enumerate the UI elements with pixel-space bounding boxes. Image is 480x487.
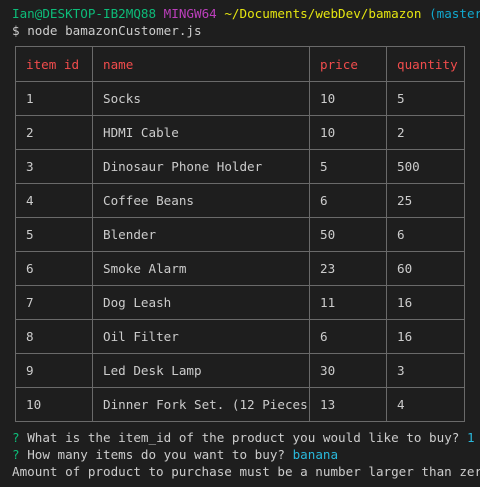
question-text: What is the item_id of the product you w… (27, 430, 460, 445)
git-branch: (master) (429, 6, 480, 21)
table-row: 4 Coffee Beans 6 25 (15, 183, 465, 218)
question-quantity: ? How many items do you want to buy? ban… (12, 446, 338, 463)
prompt-line: Ian@DESKTOP-IB2MQ88 MINGW64 ~/Documents/… (12, 5, 480, 22)
table-row: 6 Smoke Alarm 23 60 (15, 251, 465, 286)
cell-item-id: 4 (15, 183, 93, 218)
answer-text: banana (292, 447, 339, 462)
table-row: 3 Dinosaur Phone Holder 5 500 (15, 149, 465, 184)
cell-price: 23 (309, 251, 387, 286)
table-row: 5 Blender 50 6 (15, 217, 465, 252)
cell-item-id: 9 (15, 353, 93, 388)
answer-text: 1 (466, 430, 475, 445)
cell-item-id: 8 (15, 319, 93, 354)
cell-item-id: 2 (15, 115, 93, 150)
cell-item-id: 1 (15, 81, 93, 116)
cell-name: Oil Filter (92, 319, 310, 354)
table-row: 2 HDMI Cable 10 2 (15, 115, 465, 150)
cell-name: Dinosaur Phone Holder (92, 149, 310, 184)
header-name: name (92, 46, 310, 82)
cell-quantity: 500 (386, 149, 465, 184)
question-mark: ? (12, 430, 20, 445)
table-row: 9 Led Desk Lamp 30 3 (15, 353, 465, 388)
shell-name: MINGW64 (163, 6, 217, 21)
cell-quantity: 16 (386, 285, 465, 320)
cell-quantity: 4 (386, 387, 465, 422)
user-host: Ian@DESKTOP-IB2MQ88 (12, 6, 157, 21)
question-text: How many items do you want to buy? (27, 447, 285, 462)
cell-price: 50 (309, 217, 387, 252)
cell-quantity: 16 (386, 319, 465, 354)
cell-price: 5 (309, 149, 387, 184)
cell-price: 10 (309, 115, 387, 150)
cell-price: 30 (309, 353, 387, 388)
cell-name: Socks (92, 81, 310, 116)
cell-name: Led Desk Lamp (92, 353, 310, 388)
cell-quantity: 25 (386, 183, 465, 218)
current-path: ~/Documents/webDev/bamazon (224, 6, 422, 21)
cell-name: Blender (92, 217, 310, 252)
table-row: 7 Dog Leash 11 16 (15, 285, 465, 320)
question-mark: ? (12, 447, 20, 462)
table-row: 8 Oil Filter 6 16 (15, 319, 465, 354)
cell-item-id: 3 (15, 149, 93, 184)
cell-quantity: 5 (386, 81, 465, 116)
table-header-row: item id name price quantity (15, 46, 465, 82)
question-item-id: ? What is the item_id of the product you… (12, 429, 475, 446)
cell-price: 10 (309, 81, 387, 116)
cell-quantity: 3 (386, 353, 465, 388)
cell-price: 6 (309, 183, 387, 218)
cell-item-id: 5 (15, 217, 93, 252)
header-price: price (309, 46, 387, 82)
cell-name: Dog Leash (92, 285, 310, 320)
cell-price: 13 (309, 387, 387, 422)
cell-price: 6 (309, 319, 387, 354)
cell-quantity: 2 (386, 115, 465, 150)
cell-price: 11 (309, 285, 387, 320)
cell-name: Smoke Alarm (92, 251, 310, 286)
cell-item-id: 6 (15, 251, 93, 286)
error-message: Amount of product to purchase must be a … (12, 464, 480, 479)
table-row: 1 Socks 10 5 (15, 81, 465, 116)
table-row: 10 Dinner Fork Set. (12 Pieces) 13 4 (15, 387, 465, 422)
cell-name: Dinner Fork Set. (12 Pieces) (92, 387, 310, 422)
header-item-id: item id (15, 46, 93, 82)
products-table: item id name price quantity 1 Socks 10 5 2H… (15, 46, 465, 422)
cell-item-id: 10 (15, 387, 93, 422)
table-body: 1 Socks 10 5 2 HDMI Cable 10 2 3 Dinosaur Phone… (15, 81, 465, 422)
header-quantity: quantity (386, 46, 465, 82)
command-text: node bamazonCustomer.js (27, 23, 202, 38)
cell-item-id: 7 (15, 285, 93, 320)
cell-name: Coffee Beans (92, 183, 310, 218)
cell-quantity: 60 (386, 251, 465, 286)
dollar-sign: $ (12, 23, 20, 38)
command-line: $ node bamazonCustomer.js (12, 22, 202, 39)
cell-quantity: 6 (386, 217, 465, 252)
cell-name: HDMI Cable (92, 115, 310, 150)
